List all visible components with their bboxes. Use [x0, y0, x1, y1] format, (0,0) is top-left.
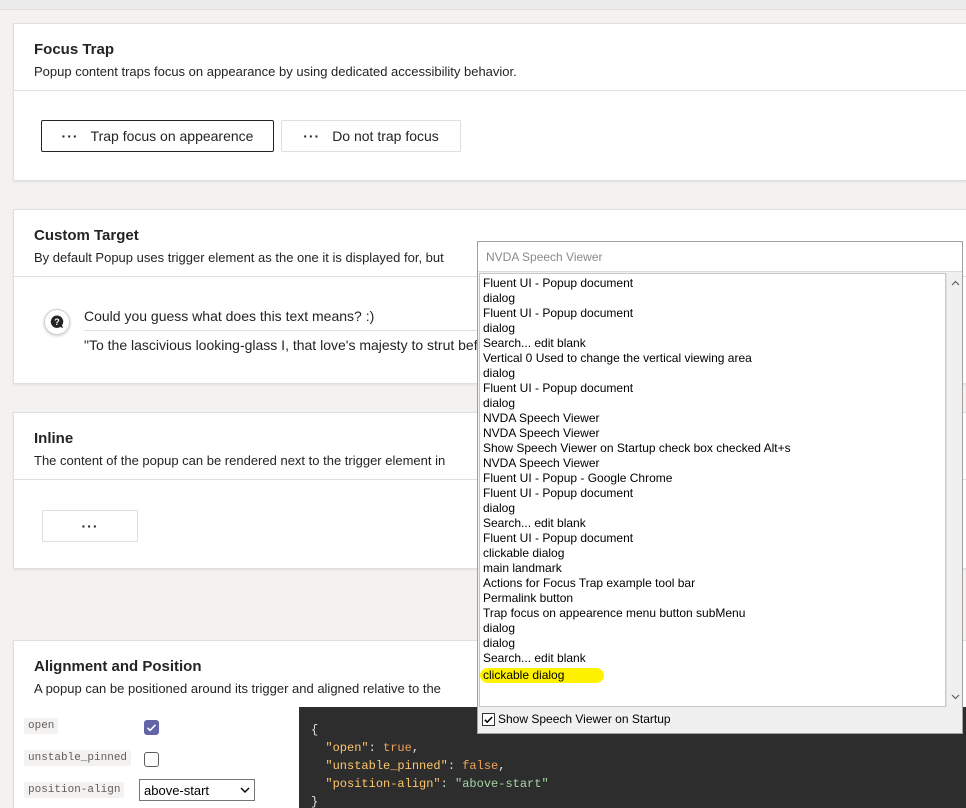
more-icon: ···	[303, 128, 321, 144]
speech-line: dialog	[483, 366, 516, 380]
more-icon: ···	[81, 518, 99, 534]
code-key: "open"	[325, 741, 369, 755]
speech-line: Fluent UI - Popup document	[483, 306, 634, 320]
startup-label: Show Speech Viewer on Startup	[498, 712, 671, 726]
speech-line: Fluent UI - Popup document	[483, 276, 634, 290]
focus-trap-description: Popup content traps focus on appearance …	[34, 64, 517, 79]
code-line-open: "open": true,	[325, 741, 420, 755]
question-bubble-icon: ?	[50, 315, 64, 328]
speech-line: NVDA Speech Viewer	[483, 411, 600, 425]
checkmark-icon	[484, 715, 493, 723]
speech-line: Search... edit blank	[483, 516, 586, 530]
knob-unstable-pinned-label: unstable_pinned	[24, 750, 132, 766]
speech-line: Trap focus on appearence menu button sub…	[483, 606, 746, 620]
nvda-window-title: NVDA Speech Viewer	[478, 242, 962, 272]
code-value: false	[462, 759, 499, 773]
focus-trap-title: Focus Trap	[34, 41, 115, 58]
code-key: "unstable_pinned"	[325, 759, 448, 773]
speech-line: dialog	[483, 501, 516, 515]
guess-divider	[84, 330, 484, 331]
speech-line: Actions for Focus Trap example tool bar	[483, 576, 696, 590]
highlighted-speech-line: clickable dialog	[480, 668, 605, 683]
no-trap-button[interactable]: ··· Do not trap focus	[281, 120, 461, 152]
speech-line: dialog	[483, 396, 516, 410]
speech-line: clickable dialog	[483, 546, 565, 560]
trap-focus-label: Trap focus on appearence	[90, 128, 254, 144]
knob-open-label: open	[24, 718, 59, 734]
speech-line: Fluent UI - Popup document	[483, 486, 634, 500]
code-key: "position-align"	[325, 777, 441, 791]
startup-checkbox[interactable]	[482, 712, 495, 726]
speech-line: dialog	[483, 291, 516, 305]
top-bar	[0, 0, 966, 10]
guess-text: Could you guess what does this text mean…	[84, 308, 375, 324]
speech-line: Fluent UI - Popup document	[483, 531, 634, 545]
speech-line: main landmark	[483, 561, 562, 575]
trap-focus-button[interactable]: ··· Trap focus on appearence	[41, 120, 274, 152]
checkmark-icon	[146, 724, 157, 732]
no-trap-label: Do not trap focus	[332, 128, 439, 144]
startup-option[interactable]: Show Speech Viewer on Startup	[482, 712, 671, 726]
position-align-value: above-start	[144, 782, 210, 798]
code-value: true	[383, 741, 412, 755]
open-checkbox[interactable]	[144, 720, 159, 735]
speech-line: Search... edit blank	[483, 651, 586, 665]
nvda-speech-viewer[interactable]: NVDA Speech Viewer Fluent UI - Popup doc…	[477, 241, 963, 734]
code-line-align: "position-align": "above-start"	[325, 777, 549, 791]
speech-line: dialog	[483, 321, 516, 335]
position-align-select[interactable]: above-start	[139, 779, 255, 801]
speech-log[interactable]: Fluent UI - Popup document dialog Fluent U…	[479, 273, 946, 707]
question-avatar[interactable]: ?	[44, 309, 70, 335]
code-close-brace: }	[311, 795, 319, 808]
scroll-up-icon[interactable]	[947, 275, 963, 291]
code-line-pinned: "unstable_pinned": false,	[325, 759, 506, 773]
speech-line: NVDA Speech Viewer	[483, 456, 600, 470]
quote-text: "To the lascivious looking-glass I, that…	[84, 337, 486, 353]
focus-trap-card: Focus Trap Popup content traps focus on …	[13, 23, 966, 181]
speech-log-lines: Fluent UI - Popup document dialog Fluent U…	[480, 274, 945, 666]
code-value: "above-start"	[455, 777, 549, 791]
speech-line: Vertical 0 Used to change the vertical v…	[483, 351, 752, 365]
knob-position-align-label: position-align	[24, 782, 125, 798]
scroll-down-icon[interactable]	[947, 689, 963, 705]
card-divider	[14, 90, 966, 91]
speech-line: NVDA Speech Viewer	[483, 426, 600, 440]
speech-line: dialog	[483, 621, 516, 635]
speech-line: Show Speech Viewer on Startup check box …	[483, 441, 791, 455]
speech-line: Fluent UI - Popup document	[483, 381, 634, 395]
chevron-down-icon	[240, 787, 250, 793]
speech-line: Permalink button	[483, 591, 574, 605]
unstable-pinned-checkbox[interactable]	[144, 752, 159, 767]
speech-line: Search... edit blank	[483, 336, 586, 350]
speech-line: dialog	[483, 636, 516, 650]
speech-line: Fluent UI - Popup - Google Chrome	[483, 471, 673, 485]
speech-log-scrollbar[interactable]	[946, 273, 962, 707]
inline-trigger-button[interactable]: ···	[42, 510, 138, 542]
svg-text:?: ?	[54, 317, 60, 327]
more-icon: ···	[61, 128, 79, 144]
